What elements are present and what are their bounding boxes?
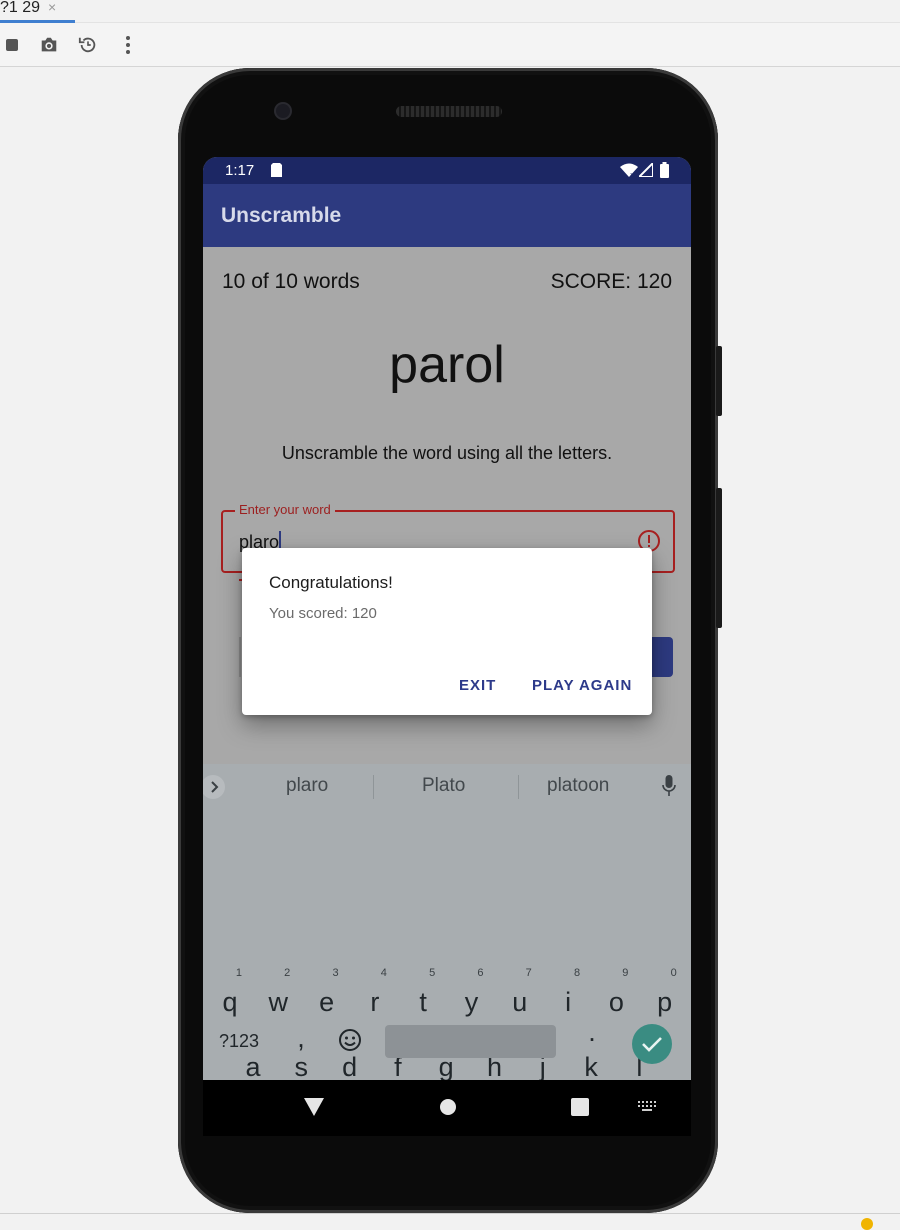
suggestion-1[interactable]: plaro <box>286 775 328 797</box>
keyboard-switch-icon[interactable] <box>638 1101 657 1112</box>
app-title: Unscramble <box>221 204 342 227</box>
dialog-title: Congratulations! <box>269 573 393 592</box>
volume-button <box>716 488 722 628</box>
stop-icon[interactable] <box>2 35 22 55</box>
key-t[interactable]: t5 <box>401 968 445 1028</box>
status-footer-divider <box>0 1213 900 1214</box>
rotate-icon[interactable] <box>78 35 98 55</box>
enter-key[interactable] <box>632 1024 672 1064</box>
key-label: a <box>245 1052 261 1080</box>
key-label: t <box>419 987 427 1017</box>
space-key[interactable] <box>385 1025 556 1058</box>
earpiece-speaker <box>396 106 502 117</box>
emoji-icon[interactable] <box>338 1028 362 1052</box>
check-icon <box>642 1037 662 1052</box>
navigation-bar <box>203 1080 691 1136</box>
close-tab-icon[interactable]: × <box>48 0 56 15</box>
key-hint-number: 9 <box>622 967 629 979</box>
scrambled-word: parol <box>389 336 505 394</box>
device-tab-label: ?1 29 <box>0 0 41 16</box>
microphone-icon[interactable] <box>662 775 676 797</box>
word-count: 10 of 10 words <box>222 270 360 293</box>
congratulations-dialog: Congratulations! You scored: 120 EXIT PL… <box>242 548 652 715</box>
period-key[interactable]: . <box>570 1006 614 1058</box>
device-tab[interactable]: ?1 29 × <box>0 0 62 20</box>
more-vert-icon[interactable] <box>118 35 138 55</box>
key-label: u <box>512 987 528 1017</box>
key-hint-number: 3 <box>332 967 339 979</box>
key-hint-number: 6 <box>477 967 484 979</box>
suggestion-3[interactable]: platoon <box>547 775 609 797</box>
sd-card-icon <box>271 163 282 177</box>
key-label: p <box>657 987 673 1017</box>
battery-icon <box>660 162 669 178</box>
key-hint-number: 5 <box>429 967 436 979</box>
comma-key[interactable]: , <box>279 1012 323 1064</box>
key-y[interactable]: y6 <box>450 968 494 1028</box>
suggestion-divider <box>373 775 374 799</box>
wifi-off-icon: x <box>620 163 638 177</box>
key-label: d <box>342 1052 358 1080</box>
expand-suggestions-icon[interactable] <box>203 774 227 800</box>
exit-button[interactable]: EXIT <box>459 677 496 694</box>
instructions-text: Unscramble the word using all the letter… <box>281 443 613 463</box>
key-r[interactable]: r4 <box>353 968 397 1028</box>
key-label: r <box>370 987 380 1017</box>
key-q[interactable]: q1 <box>208 968 252 1028</box>
score-label: SCORE: 120 <box>550 270 672 293</box>
key-hint-number: 0 <box>670 967 677 979</box>
suggestion-strip: plaro Plato platoon <box>203 764 691 808</box>
power-button <box>716 346 722 416</box>
word-input-label: Enter your word <box>235 502 335 517</box>
front-camera <box>276 104 290 118</box>
app-bar: Unscramble <box>203 184 691 247</box>
soft-keyboard: plaro Plato platoon q1w2e3r4t5y6u7i8o9p0… <box>203 764 691 1080</box>
key-hint-number: 1 <box>235 967 242 979</box>
key-label: y <box>464 987 479 1017</box>
symbols-key[interactable]: ?123 <box>219 1031 259 1052</box>
back-icon[interactable] <box>304 1098 324 1116</box>
key-u[interactable]: u7 <box>498 968 542 1028</box>
dialog-message: You scored: 120 <box>269 605 377 622</box>
camera-icon[interactable] <box>39 35 59 55</box>
key-hint-number: 4 <box>380 967 387 979</box>
play-again-button[interactable]: PLAY AGAIN <box>532 677 632 694</box>
key-p[interactable]: p0 <box>643 968 687 1028</box>
key-hint-number: 2 <box>284 967 291 979</box>
suggestion-2[interactable]: Plato <box>422 775 465 797</box>
status-bar: 1:17 x <box>203 157 691 184</box>
svg-text:x: x <box>630 171 634 177</box>
status-time: 1:17 <box>225 162 255 179</box>
suggestion-divider <box>518 775 519 799</box>
key-hint-number: 7 <box>525 967 532 979</box>
recents-icon[interactable] <box>571 1098 589 1116</box>
home-icon[interactable] <box>439 1098 457 1116</box>
signal-icon <box>639 163 653 177</box>
emulator-tab-bar: ?1 29 × <box>0 0 900 23</box>
key-hint-number: 8 <box>573 967 581 979</box>
key-label: q <box>222 987 238 1017</box>
emulator-toolbar <box>0 23 900 67</box>
notification-indicator <box>861 1218 873 1230</box>
